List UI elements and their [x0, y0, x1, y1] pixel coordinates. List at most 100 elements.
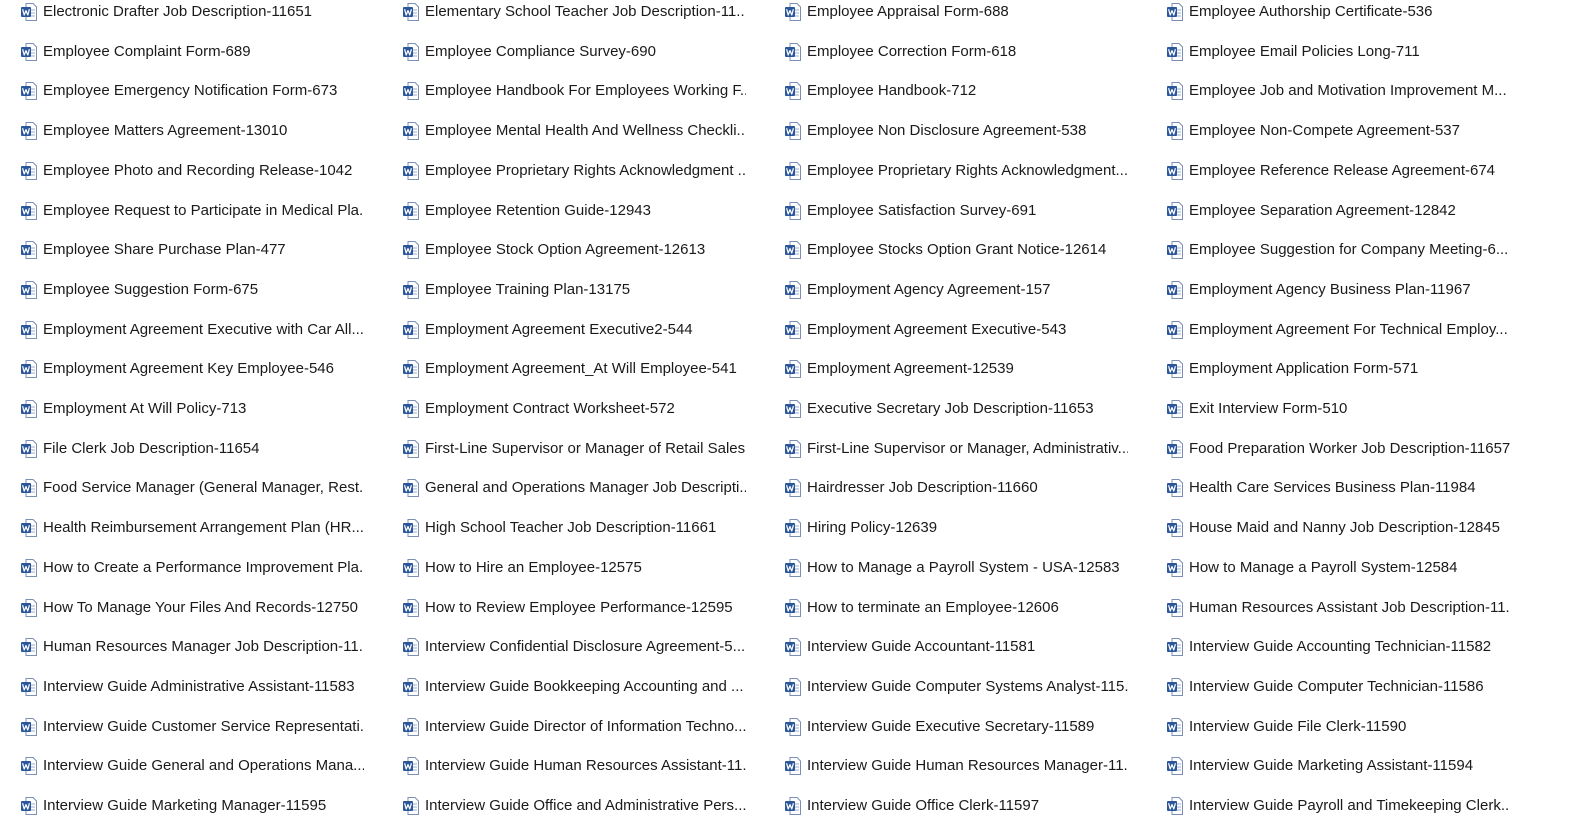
file-item[interactable]: Interview Guide Bookkeeping Accounting a… [403, 675, 748, 699]
file-item[interactable]: Employee Share Purchase Plan-477 [21, 238, 366, 262]
file-item[interactable]: Employment Agreement Executive with Car … [21, 318, 366, 342]
file-item[interactable]: How to terminate an Employee-12606 [785, 596, 1130, 620]
file-item[interactable]: Employment Agreement For Technical Emplo… [1167, 318, 1512, 342]
word-document-icon [1167, 201, 1183, 220]
file-item[interactable]: Interview Guide Accountant-11581 [785, 635, 1130, 659]
file-item[interactable]: Employment Contract Worksheet-572 [403, 397, 748, 421]
file-item[interactable]: How to Hire an Employee-12575 [403, 556, 748, 580]
file-item[interactable]: Employee Satisfaction Survey-691 [785, 199, 1130, 223]
word-document-icon [785, 400, 801, 418]
file-item[interactable]: Human Resources Manager Job Description-… [21, 635, 366, 659]
file-item[interactable]: Interview Guide Payroll and Timekeeping … [1167, 794, 1512, 818]
file-item[interactable]: Executive Secretary Job Description-1165… [785, 397, 1130, 421]
file-item[interactable]: How to Manage a Payroll System-12584 [1167, 556, 1512, 580]
file-item[interactable]: Food Service Manager (General Manager, R… [21, 476, 366, 500]
file-item[interactable]: Employee Handbook-712 [785, 79, 1130, 103]
word-document-icon [1167, 3, 1183, 21]
file-name: How to terminate an Employee-12606 [807, 598, 1059, 616]
file-item[interactable]: Employee Mental Health And Wellness Chec… [403, 119, 748, 143]
file-name: Employment Agreement_At Will Employee-54… [425, 360, 737, 378]
file-item[interactable]: How to Review Employee Performance-12595 [403, 596, 748, 620]
file-item[interactable]: Employment Agreement_At Will Employee-54… [403, 357, 748, 381]
file-item[interactable]: Employee Proprietary Rights Acknowledgme… [785, 159, 1130, 183]
file-item[interactable]: Interview Guide Accounting Technician-11… [1167, 635, 1512, 659]
file-item[interactable]: Human Resources Assistant Job Descriptio… [1167, 596, 1512, 620]
file-item[interactable]: High School Teacher Job Description-1166… [403, 516, 748, 540]
file-name: Food Service Manager (General Manager, R… [43, 479, 364, 497]
file-item[interactable]: Interview Guide Administrative Assistant… [21, 675, 366, 699]
file-item[interactable]: Employee Suggestion Form-675 [21, 278, 366, 302]
file-item[interactable]: Interview Guide Customer Service Represe… [21, 715, 366, 739]
file-item[interactable]: Interview Guide Computer Systems Analyst… [785, 675, 1130, 699]
file-item[interactable]: Hairdresser Job Description-11660 [785, 476, 1130, 500]
file-item[interactable]: Interview Confidential Disclosure Agreem… [403, 635, 748, 659]
file-item[interactable]: Employee Appraisal Form-688 [785, 0, 1130, 24]
word-document-icon [21, 3, 37, 21]
file-item[interactable]: Employment Agency Business Plan-11967 [1167, 278, 1512, 302]
file-item[interactable]: Employment Application Form-571 [1167, 357, 1512, 381]
file-item[interactable]: Employee Training Plan-13175 [403, 278, 748, 302]
file-item[interactable]: How to Create a Performance Improvement … [21, 556, 366, 580]
file-item[interactable]: Health Reimbursement Arrangement Plan (H… [21, 516, 366, 540]
file-name: Employee Authorship Certificate-536 [1189, 3, 1433, 20]
file-item[interactable]: Interview Guide Office and Administrativ… [403, 794, 748, 818]
word-document-icon [21, 519, 37, 538]
file-item[interactable]: Interview Guide Marketing Manager-11595 [21, 794, 366, 818]
file-item[interactable]: Employee Job and Motivation Improvement … [1167, 79, 1512, 103]
file-item[interactable]: Interview Guide Human Resources Assistan… [403, 754, 748, 778]
file-item[interactable]: Hiring Policy-12639 [785, 516, 1130, 540]
file-item[interactable]: How to Manage a Payroll System - USA-125… [785, 556, 1130, 580]
file-item[interactable]: Food Preparation Worker Job Description-… [1167, 437, 1512, 461]
file-item[interactable]: Exit Interview Form-510 [1167, 397, 1512, 421]
file-item[interactable]: Interview Guide Office Clerk-11597 [785, 794, 1130, 818]
file-item[interactable]: Employment Agreement Key Employee-546 [21, 357, 366, 381]
file-name: Hiring Policy-12639 [807, 519, 938, 537]
file-item[interactable]: Employment Agreement Executive-543 [785, 318, 1130, 342]
file-item[interactable]: First-Line Supervisor or Manager, Admini… [785, 437, 1130, 461]
file-item[interactable]: Health Care Services Business Plan-11984 [1167, 476, 1512, 500]
file-item[interactable]: Employee Matters Agreement-13010 [21, 119, 366, 143]
file-item[interactable]: Employee Non-Compete Agreement-537 [1167, 119, 1512, 143]
file-name: Health Care Services Business Plan-11984 [1189, 479, 1476, 497]
file-item[interactable]: Employee Stocks Option Grant Notice-1261… [785, 238, 1130, 262]
word-document-icon [21, 638, 37, 657]
file-item[interactable]: Employee Non Disclosure Agreement-538 [785, 119, 1130, 143]
file-item[interactable]: Employee Suggestion for Company Meeting-… [1167, 238, 1512, 262]
file-item[interactable]: File Clerk Job Description-11654 [21, 437, 366, 461]
file-item[interactable]: Employee Request to Participate in Medic… [21, 199, 366, 223]
file-item[interactable]: Employee Email Policies Long-711 [1167, 40, 1512, 64]
file-item[interactable]: Employee Stock Option Agreement-12613 [403, 238, 748, 262]
file-item[interactable]: Employee Complaint Form-689 [21, 40, 366, 64]
file-item[interactable]: How To Manage Your Files And Records-127… [21, 596, 366, 620]
word-document-icon [1167, 122, 1183, 141]
file-item[interactable]: Interview Guide Director of Information … [403, 715, 748, 739]
file-item[interactable]: Interview Guide Computer Technician-1158… [1167, 675, 1512, 699]
file-item[interactable]: Elementary School Teacher Job Descriptio… [403, 0, 748, 24]
file-item[interactable]: Employee Correction Form-618 [785, 40, 1130, 64]
word-document-icon [21, 42, 37, 61]
file-item[interactable]: Interview Guide Executive Secretary-1158… [785, 715, 1130, 739]
file-item[interactable]: Employee Proprietary Rights Acknowledgme… [403, 159, 748, 183]
file-item[interactable]: Employee Authorship Certificate-536 [1167, 0, 1512, 24]
file-item[interactable]: Employee Emergency Notification Form-673 [21, 79, 366, 103]
file-item[interactable]: Employee Reference Release Agreement-674 [1167, 159, 1512, 183]
word-document-icon [403, 42, 419, 61]
file-item[interactable]: Interview Guide Marketing Assistant-1159… [1167, 754, 1512, 778]
file-item[interactable]: Employee Separation Agreement-12842 [1167, 199, 1512, 223]
file-item[interactable]: Interview Guide File Clerk-11590 [1167, 715, 1512, 739]
file-item[interactable]: Employment Agency Agreement-157 [785, 278, 1130, 302]
file-item[interactable]: House Maid and Nanny Job Description-128… [1167, 516, 1512, 540]
file-item[interactable]: Employee Compliance Survey-690 [403, 40, 748, 64]
file-item[interactable]: Interview Guide Human Resources Manager-… [785, 754, 1130, 778]
file-item[interactable]: First-Line Supervisor or Manager of Reta… [403, 437, 748, 461]
file-item[interactable]: Electronic Drafter Job Description-11651 [21, 0, 366, 24]
file-item[interactable]: Employee Retention Guide-12943 [403, 199, 748, 223]
file-item[interactable]: Employment Agreement Executive2-544 [403, 318, 748, 342]
file-item[interactable]: Employee Photo and Recording Release-104… [21, 159, 366, 183]
file-item[interactable]: Employee Handbook For Employees Working … [403, 79, 748, 103]
file-item[interactable]: General and Operations Manager Job Descr… [403, 476, 748, 500]
file-item[interactable]: Interview Guide General and Operations M… [21, 754, 366, 778]
word-document-icon [785, 638, 801, 657]
file-item[interactable]: Employment Agreement-12539 [785, 357, 1130, 381]
file-item[interactable]: Employment At Will Policy-713 [21, 397, 366, 421]
